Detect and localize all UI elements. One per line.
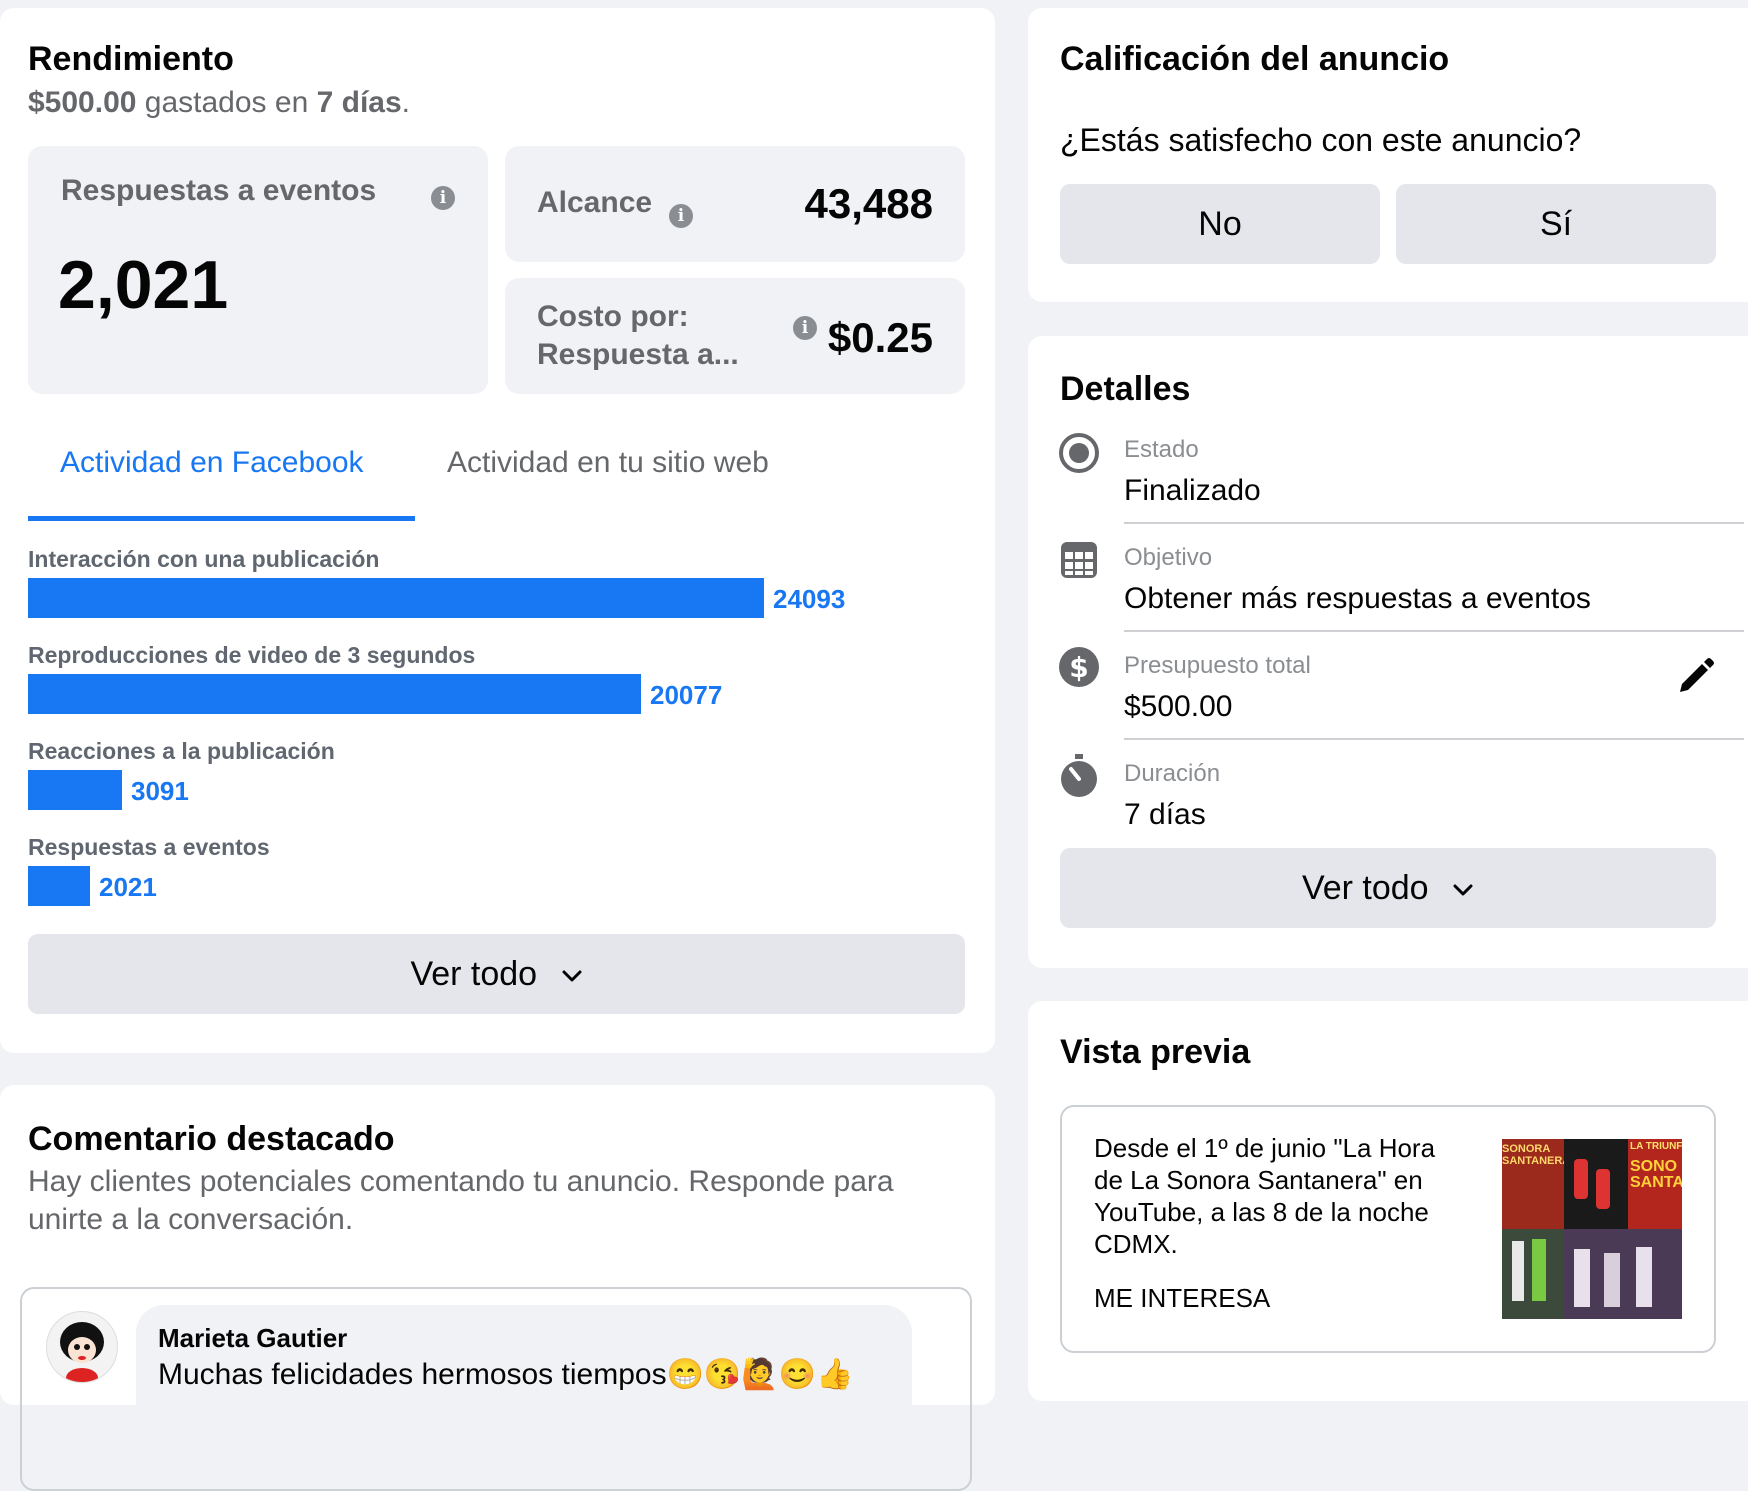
bar	[28, 578, 764, 618]
bar	[28, 770, 122, 810]
info-icon[interactable]: i	[669, 204, 693, 228]
rating-no-label: No	[1198, 205, 1242, 243]
reach-tile: Alcance i 43,488	[505, 146, 965, 262]
cost-tile: Costo por: Respuesta a... i $0.25	[505, 278, 965, 394]
cost-label-line1: Costo por:	[537, 300, 689, 333]
performance-title: Rendimiento	[28, 40, 234, 78]
info-icon[interactable]: i	[431, 186, 455, 210]
featured-comment-card: Comentario destacado Hay clientes potenc…	[0, 1085, 995, 1491]
details-see-all-button[interactable]: Ver todo	[1060, 848, 1716, 928]
preview-text-line: CDMX.	[1094, 1229, 1178, 1259]
rating-yes-label: Sí	[1539, 205, 1573, 243]
bar-label: Reacciones a la publicación	[28, 738, 335, 764]
thumb-text: SONO SANTAN	[1630, 1158, 1682, 1191]
preview-thumbnail: SONORA SANTANERA LA TRIUNF SONO SANTAN	[1502, 1139, 1682, 1319]
bar	[28, 674, 641, 714]
featured-comment-subtitle-1: Hay clientes potenciales comentando tu a…	[28, 1165, 894, 1198]
rating-no-button[interactable]: No	[1060, 184, 1380, 264]
spent-mid: gastados en	[144, 86, 309, 119]
chevron-down-icon	[562, 970, 582, 982]
bar-label: Respuestas a eventos	[28, 834, 270, 860]
avatar-image	[60, 1322, 104, 1382]
comment-text: Muchas felicidades hermosos tiempos😁😘🙋😊👍	[158, 1358, 854, 1391]
svg-text:$: $	[1069, 651, 1088, 684]
preview-text-line: Desde el 1º de junio "La Hora	[1094, 1133, 1436, 1163]
bar-value: 2021	[99, 872, 157, 902]
ad-rating-question: ¿Estás satisfecho con este anuncio?	[1060, 122, 1582, 158]
thumb-text: LA TRIUNF	[1630, 1141, 1682, 1152]
detail-divider	[1124, 738, 1744, 740]
radio-icon	[1059, 433, 1099, 473]
edit-pencil-icon[interactable]	[1674, 654, 1718, 698]
bar-label: Reproducciones de video de 3 segundos	[28, 642, 476, 668]
dollar-icon: $	[1059, 647, 1099, 687]
ad-rating-title: Calificación del anuncio	[1060, 40, 1450, 78]
activity-bar-chart: Interacción con una publicación 24093 Repr…	[28, 546, 968, 926]
tab-facebook-activity[interactable]: Actividad en Facebook	[60, 446, 364, 480]
see-all-button[interactable]: Ver todo	[28, 934, 965, 1014]
tab-indicator	[28, 516, 415, 521]
details-title: Detalles	[1060, 370, 1191, 408]
detail-divider	[1124, 630, 1744, 632]
results-value: 2,021	[58, 247, 229, 323]
detail-value-estado: Finalizado	[1124, 474, 1261, 507]
results-tile: Respuestas a eventos i 2,021	[28, 146, 488, 394]
bar-value: 20077	[650, 680, 723, 710]
preview-text-line: YouTube, a las 8 de la noche	[1094, 1197, 1429, 1227]
detail-divider	[1124, 522, 1744, 524]
chevron-down-icon	[1453, 884, 1473, 896]
detail-label-presupuesto: Presupuesto total	[1124, 652, 1311, 679]
detail-label-objetivo: Objetivo	[1124, 544, 1213, 571]
detail-value-presupuesto: $500.00	[1124, 690, 1233, 723]
bar-value: 3091	[131, 776, 189, 806]
bar-value: 24093	[773, 584, 846, 614]
featured-comment-title: Comentario destacado	[28, 1120, 395, 1158]
performance-card: Rendimiento $500.00 gastados en 7 días. …	[0, 8, 995, 1053]
tab-website-activity[interactable]: Actividad en tu sitio web	[447, 446, 769, 480]
detail-value-objetivo: Obtener más respuestas a eventos	[1124, 582, 1591, 615]
spent-amount: $500.00	[28, 86, 137, 119]
preview-cta[interactable]: ME INTERESA	[1094, 1283, 1270, 1314]
details-see-all-label: Ver todo	[1301, 869, 1429, 907]
info-icon[interactable]: i	[793, 316, 817, 340]
preview-card: Vista previa Desde el 1º de junio "La Ho…	[1028, 1001, 1748, 1401]
thumb-text: SONORA SANTANERA	[1502, 1143, 1571, 1167]
comment-author[interactable]: Marieta Gautier	[158, 1323, 347, 1354]
see-all-label: Ver todo	[410, 955, 538, 993]
preview-text-line: de La Sonora Santanera" en	[1094, 1165, 1423, 1195]
details-card: Detalles Estado Finalizado Objetivo Obte…	[1028, 336, 1748, 968]
spent-days: 7 días	[316, 86, 402, 119]
cost-value: $0.25	[827, 314, 933, 361]
preview-ad-box[interactable]: Desde el 1º de junio "La Hora de La Sono…	[1060, 1105, 1716, 1353]
results-label: Respuestas a eventos	[61, 174, 377, 207]
featured-comment-subtitle-2: unirte a la conversación.	[28, 1203, 354, 1236]
rating-yes-button[interactable]: Sí	[1396, 184, 1716, 264]
detail-value-duracion: 7 días	[1124, 798, 1206, 831]
reach-label: Alcance	[537, 186, 653, 219]
stopwatch-icon	[1061, 754, 1097, 797]
preview-title: Vista previa	[1060, 1033, 1251, 1071]
comment-bubble: Marieta Gautier Muchas felicidades hermo…	[136, 1305, 912, 1489]
ad-rating-card: Calificación del anuncio ¿Estás satisfec…	[1028, 8, 1748, 302]
comment-box: Marieta Gautier Muchas felicidades hermo…	[20, 1287, 972, 1491]
bar	[28, 866, 90, 906]
cost-label-line2: Respuesta a...	[537, 338, 739, 371]
reach-value: 43,488	[804, 180, 933, 227]
bar-label: Interacción con una publicación	[28, 546, 380, 572]
spent-summary: $500.00 gastados en 7 días.	[28, 86, 410, 120]
spent-end: .	[401, 86, 411, 119]
detail-label-estado: Estado	[1124, 436, 1199, 463]
avatar[interactable]	[46, 1311, 118, 1383]
calendar-grid-icon	[1061, 542, 1097, 578]
detail-label-duracion: Duración	[1124, 760, 1221, 787]
